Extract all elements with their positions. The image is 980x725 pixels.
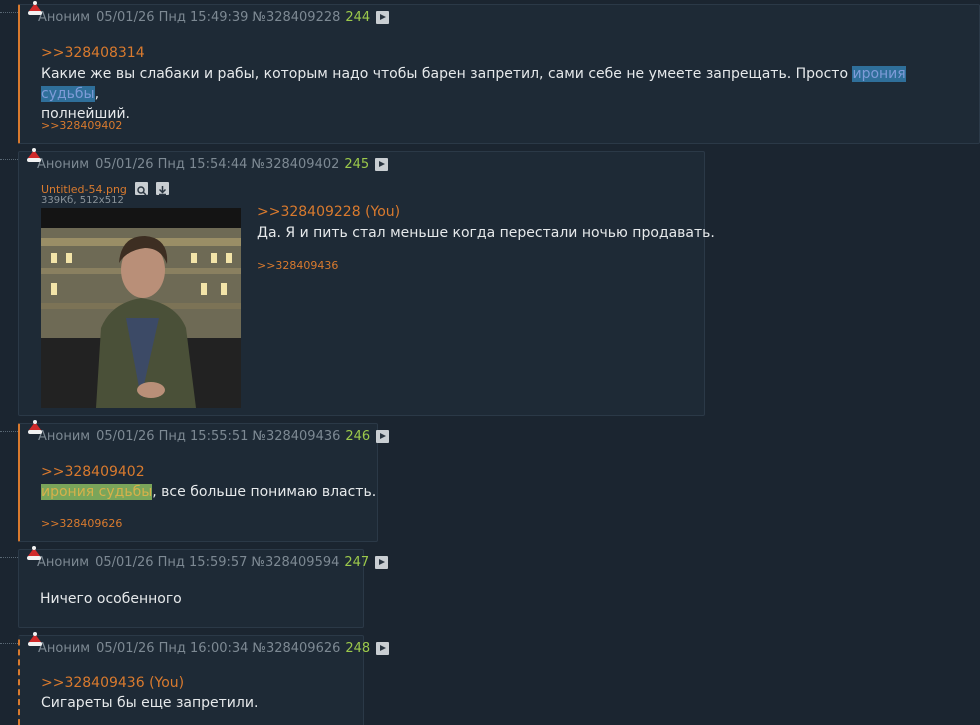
play-icon[interactable] — [375, 555, 389, 569]
post: Аноним 05/01/26 Пнд 15:55:51 №328409436 … — [0, 420, 390, 543]
post: Аноним 05/01/26 Пнд 15:59:57 №328409594 … — [0, 546, 389, 629]
post-header: Аноним 05/01/26 Пнд 15:59:57 №328409594 … — [24, 546, 389, 571]
post-body-container: Аноним 05/01/26 Пнд 15:54:44 №328409402 … — [18, 148, 715, 416]
post-number[interactable]: №328409228 — [252, 10, 340, 25]
post-number[interactable]: №328409436 — [252, 429, 340, 444]
santa-hat-icon — [28, 632, 42, 646]
thread: Аноним 05/01/26 Пнд 15:49:39 №328409228 … — [0, 0, 980, 725]
post: Аноним 05/01/26 Пнд 15:49:39 №328409228 … — [0, 1, 980, 146]
santa-hat-icon — [28, 420, 42, 434]
backref-link[interactable]: >>328409626 — [41, 517, 122, 530]
reply-link[interactable]: >>328409228 (You) — [257, 204, 400, 220]
post-counter: 244 — [345, 9, 371, 25]
message-text: , — [94, 86, 100, 102]
message-text: , все больше понимаю власть. — [152, 484, 377, 500]
backref-link[interactable]: >>328409402 — [41, 119, 122, 132]
post-counter: 245 — [344, 156, 370, 172]
post-author[interactable]: Аноним — [37, 555, 89, 570]
post-date: 05/01/26 Пнд 16:00:34 — [96, 640, 249, 656]
post-author[interactable]: Аноним — [38, 429, 90, 444]
post-header: Аноним 05/01/26 Пнд 15:55:51 №328409436 … — [25, 420, 390, 445]
santa-hat-icon — [27, 148, 41, 162]
thumbnail-picture — [41, 208, 241, 408]
post-body-container: Аноним 05/01/26 Пнд 15:55:51 №328409436 … — [18, 420, 390, 542]
post: Аноним 05/01/26 Пнд 16:00:34 №328409626 … — [0, 632, 390, 725]
post: Аноним 05/01/26 Пнд 15:54:44 №328409402 … — [0, 148, 715, 417]
post-message: Какие же вы слабаки и рабы, которым надо… — [41, 64, 961, 124]
post-message: Ничего особенного — [40, 591, 182, 607]
play-icon[interactable] — [376, 641, 390, 655]
reply-link[interactable]: >>328409436 (You) — [41, 675, 184, 691]
post-message: Сигареты бы еще запретили. — [41, 695, 259, 711]
post-date: 05/01/26 Пнд 15:59:57 — [95, 554, 248, 570]
post-counter: 246 — [345, 428, 371, 444]
post-number[interactable]: №328409594 — [251, 555, 339, 570]
post-header: Аноним 05/01/26 Пнд 15:54:44 №328409402 … — [24, 148, 389, 173]
santa-hat-icon — [27, 546, 41, 560]
post-body-container: Аноним 05/01/26 Пнд 15:59:57 №328409594 … — [18, 546, 389, 628]
post-message: Да. Я и пить стал меньше когда перестали… — [257, 225, 715, 241]
play-icon[interactable] — [376, 10, 390, 24]
post-author[interactable]: Аноним — [38, 10, 90, 25]
post-counter: 247 — [344, 554, 370, 570]
reply-link[interactable]: >>328409402 — [41, 464, 145, 480]
post-body-container: Аноним 05/01/26 Пнд 15:49:39 №328409228 … — [18, 1, 980, 144]
post-image[interactable] — [41, 208, 241, 408]
post-date: 05/01/26 Пнд 15:55:51 — [96, 428, 249, 444]
play-icon[interactable] — [376, 429, 390, 443]
search-icon[interactable] — [135, 182, 149, 196]
post-header: Аноним 05/01/26 Пнд 16:00:34 №328409626 … — [25, 632, 390, 657]
post-date: 05/01/26 Пнд 15:54:44 — [95, 156, 248, 172]
backref-link[interactable]: >>328409436 — [257, 259, 338, 272]
message-text: Какие же вы слабаки и рабы, которым надо… — [41, 66, 853, 82]
play-icon[interactable] — [375, 157, 389, 171]
spoiler[interactable]: ирония судьбы — [41, 484, 153, 500]
post-author[interactable]: Аноним — [38, 641, 90, 656]
post-message: ирония судьбы, все больше понимаю власть… — [41, 482, 376, 502]
post-number[interactable]: №328409402 — [251, 157, 339, 172]
post-author[interactable]: Аноним — [37, 157, 89, 172]
post-number[interactable]: №328409626 — [252, 641, 340, 656]
post-header: Аноним 05/01/26 Пнд 15:49:39 №328409228 … — [25, 1, 390, 26]
download-icon[interactable] — [156, 182, 170, 196]
post-date: 05/01/26 Пнд 15:49:39 — [96, 9, 249, 25]
santa-hat-icon — [28, 1, 42, 15]
post-counter: 248 — [345, 640, 371, 656]
file-meta: 339Кб, 512x512 — [41, 195, 124, 206]
reply-link[interactable]: >>328408314 — [41, 45, 145, 61]
post-body-container: Аноним 05/01/26 Пнд 16:00:34 №328409626 … — [18, 632, 390, 725]
